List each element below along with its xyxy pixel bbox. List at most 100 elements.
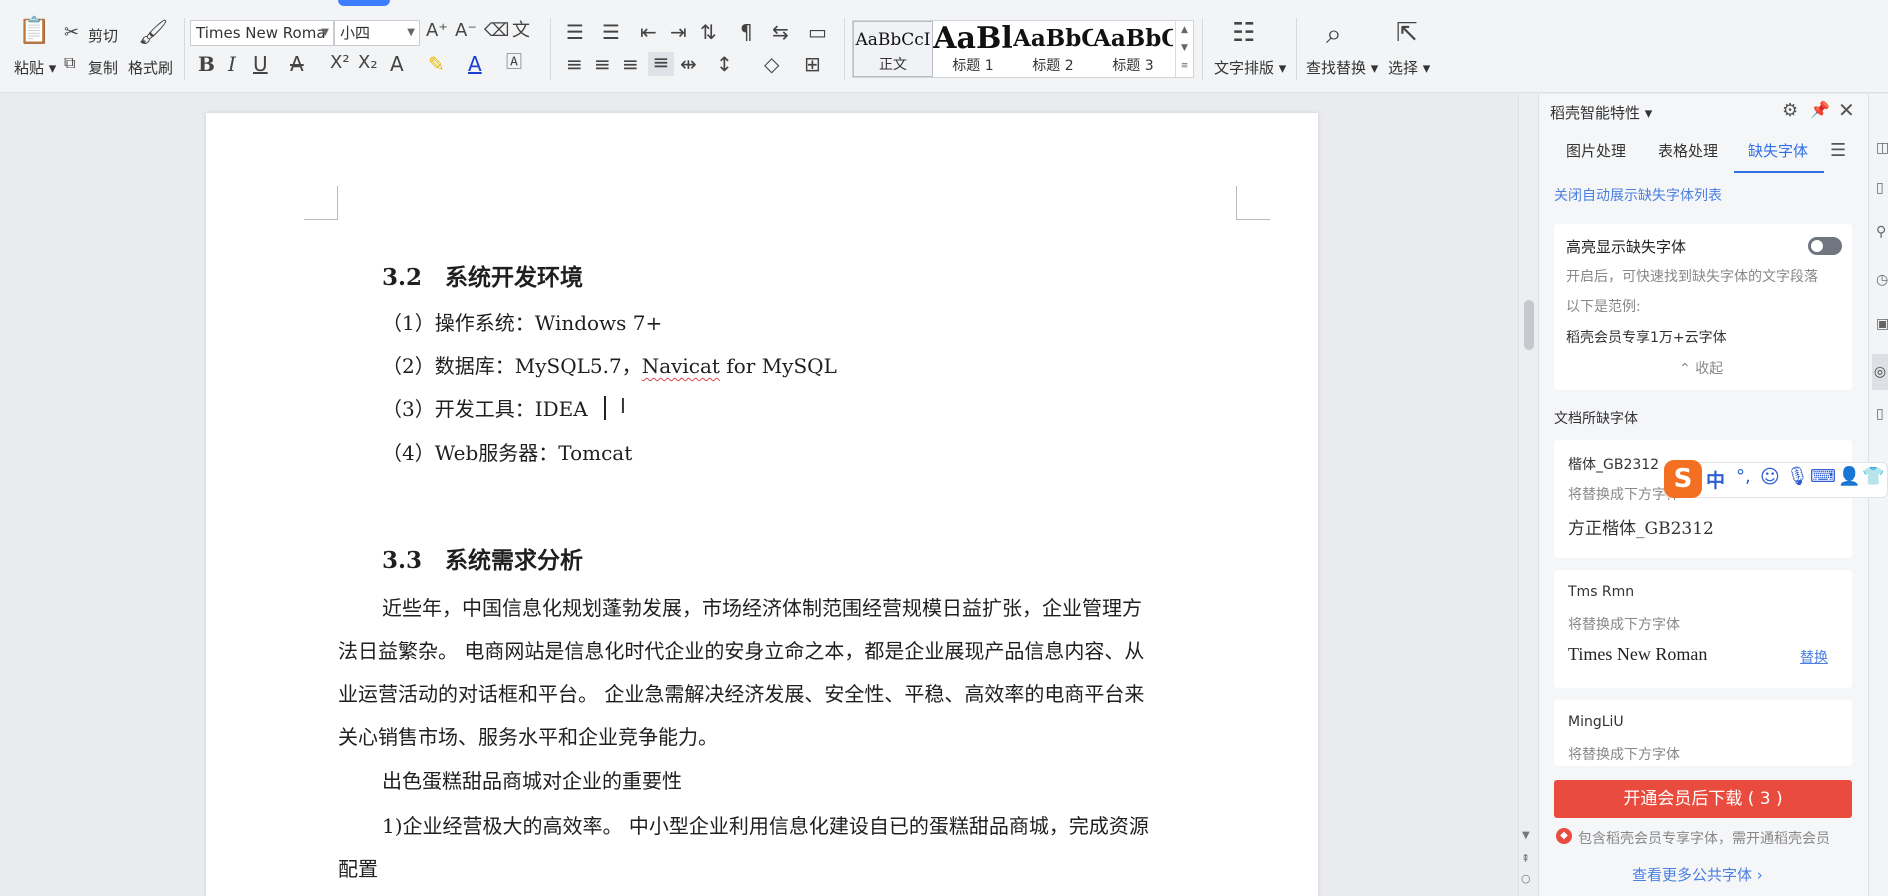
format-painter-icon[interactable]: 🖌 xyxy=(138,20,168,44)
ruler-icon[interactable]: ▭ xyxy=(808,22,827,42)
font-name-value: Times New Roma xyxy=(196,24,326,42)
distribute-icon[interactable]: ⇹ xyxy=(680,54,697,74)
microphone-icon[interactable]: 🎙 xyxy=(1786,466,1809,487)
align-right-icon[interactable]: ≡ xyxy=(622,54,639,74)
style-heading-2[interactable]: AaBbC 标题 2 xyxy=(1013,21,1093,77)
chevron-down-icon: ▼ xyxy=(407,27,415,38)
copy-icon[interactable]: ⧉ xyxy=(64,55,75,71)
gallery-scroll[interactable]: ▲ ▼ ≡ xyxy=(1175,21,1193,77)
grow-font-icon[interactable]: A⁺ xyxy=(426,22,448,40)
numbering-icon[interactable]: ☰ xyxy=(602,22,620,42)
shrink-font-icon[interactable]: A⁻ xyxy=(455,22,477,40)
subscript-icon[interactable]: X₂ xyxy=(358,54,378,72)
strikethrough-icon[interactable]: A xyxy=(290,54,304,74)
find-replace-button[interactable]: 查找替换 ▾ xyxy=(1306,57,1378,78)
more-public-fonts-link[interactable]: 查看更多公共字体 › xyxy=(1632,864,1763,885)
replace-button[interactable]: 替换 xyxy=(1800,647,1828,667)
text-effect-icon[interactable]: A xyxy=(390,54,404,74)
skin-icon[interactable]: 👕 xyxy=(1862,466,1884,487)
collapse-button[interactable]: ⌃ 收起 xyxy=(1679,358,1723,378)
style-heading-3[interactable]: AaBbC 标题 3 xyxy=(1093,21,1173,77)
gear-icon[interactable]: ⚙ xyxy=(1782,100,1798,121)
side-tool-icon[interactable]: ◫ xyxy=(1876,140,1888,156)
search-icon[interactable]: ⌕ xyxy=(1326,20,1342,48)
char-border-icon[interactable]: 🄰 xyxy=(506,54,522,70)
font-size-select[interactable]: 小四 ▼ xyxy=(334,20,420,46)
active-ribbon-tab[interactable] xyxy=(338,0,390,6)
scissors-icon[interactable]: ✂ xyxy=(64,24,79,42)
close-icon[interactable]: ✕ xyxy=(1838,98,1855,122)
side-tool-active-icon[interactable]: ◎ xyxy=(1872,354,1888,390)
pin-icon[interactable]: 📌 xyxy=(1810,100,1830,119)
style-heading-1[interactable]: AaBl 标题 1 xyxy=(933,21,1013,77)
ime-punctuation-toggle[interactable]: °, xyxy=(1736,466,1751,487)
text-layout-button[interactable]: 文字排版 ▾ xyxy=(1214,57,1286,78)
font-name-select[interactable]: Times New Roma ▼ xyxy=(190,20,334,46)
heading-3-3: 3.3 系统需求分析 xyxy=(382,547,584,574)
browse-object-icon[interactable]: ○ xyxy=(1521,872,1531,885)
select-button[interactable]: 选择 ▾ xyxy=(1388,57,1430,78)
env-item-2: （2）数据库：MySQL5.7，Navicat for MySQL xyxy=(382,350,837,379)
highlight-icon[interactable]: ✎ xyxy=(428,54,445,74)
paragraph-line: 1)企业经营极大的高效率。 中小型企业利用信息化建设自已的蛋糕甜品商城，完成资源 xyxy=(382,814,1149,838)
scroll-down-icon[interactable]: ▼ xyxy=(1522,830,1530,841)
decrease-indent-icon[interactable]: ⇤ xyxy=(640,22,657,42)
side-tool-icon[interactable]: ▯ xyxy=(1876,406,1884,422)
sort-icon[interactable]: ⇅ xyxy=(700,22,717,42)
scrollbar-thumb[interactable] xyxy=(1524,300,1534,350)
line-spacing-icon[interactable]: ↕ xyxy=(716,54,733,74)
shading-icon[interactable]: ◇ xyxy=(764,54,779,74)
tab-table-processing[interactable]: 表格处理 xyxy=(1658,140,1718,161)
bullets-icon[interactable]: ☰ xyxy=(566,22,584,42)
document-scrollbar[interactable] xyxy=(1518,94,1538,896)
phonetic-guide-icon[interactable]: 文 xyxy=(512,22,530,40)
document-page[interactable] xyxy=(206,113,1318,896)
ime-logo-icon[interactable]: S xyxy=(1664,460,1702,498)
cursor-icon[interactable]: ⇱ xyxy=(1396,20,1418,46)
font-color-icon[interactable]: A xyxy=(468,54,482,74)
paste-button[interactable]: 粘贴 ▾ xyxy=(14,57,56,78)
spellcheck-word[interactable]: Navicat xyxy=(642,354,720,378)
download-after-membership-button[interactable]: 开通会员后下载 ( 3 ) xyxy=(1554,780,1852,818)
borders-icon[interactable]: ⊞ xyxy=(804,54,821,74)
bold-icon[interactable]: B xyxy=(198,54,215,74)
style-normal[interactable]: AaBbCcI 正文 xyxy=(853,21,933,77)
superscript-icon[interactable]: X² xyxy=(330,54,350,72)
pane-title[interactable]: 稻壳智能特性 ▾ xyxy=(1550,102,1652,123)
copy-button[interactable]: 复制 xyxy=(88,57,118,78)
paste-icon[interactable]: 📋 xyxy=(18,18,50,44)
heading-3-2: 3.2 系统开发环境 xyxy=(382,264,584,291)
user-icon[interactable]: 👤 xyxy=(1838,466,1860,487)
side-tool-icon[interactable]: ▯ xyxy=(1876,180,1884,196)
close-auto-list-link[interactable]: 关闭自动展示缺失字体列表 xyxy=(1554,185,1722,205)
side-tool-icon[interactable]: ⚲ xyxy=(1876,224,1886,240)
emoji-icon[interactable]: ☺ xyxy=(1760,466,1780,488)
tab-image-processing[interactable]: 图片处理 xyxy=(1566,140,1626,161)
highlight-toggle[interactable] xyxy=(1808,237,1842,255)
clear-format-icon[interactable]: ⌫ xyxy=(484,22,509,40)
side-tool-icon[interactable]: ▣ xyxy=(1876,316,1888,332)
tab-missing-fonts[interactable]: 缺失字体 xyxy=(1748,140,1808,161)
text-direction-icon[interactable]: ⇆ xyxy=(772,22,789,42)
pane-title-label: 稻壳智能特性 xyxy=(1550,104,1641,122)
select-label: 选择 xyxy=(1388,59,1419,77)
justify-icon[interactable]: ≡ xyxy=(648,52,674,76)
show-marks-icon[interactable]: ¶ xyxy=(740,22,753,42)
style-caption: 标题 3 xyxy=(1112,58,1154,74)
italic-icon[interactable]: I xyxy=(228,54,236,74)
keyboard-icon[interactable]: ⌨ xyxy=(1810,466,1836,487)
underline-icon[interactable]: U xyxy=(253,54,268,74)
side-tool-icon[interactable]: ◷ xyxy=(1876,272,1888,288)
text-layout-label: 文字排版 xyxy=(1214,59,1275,77)
ime-mode-toggle[interactable]: 中 xyxy=(1706,466,1725,493)
paragraph-line: 出色蛋糕甜品商城对企业的重要性 xyxy=(382,769,682,793)
prev-page-icon[interactable]: ⇞ xyxy=(1521,852,1530,865)
menu-icon[interactable]: ☰ xyxy=(1830,140,1846,161)
format-painter-button[interactable]: 格式刷 xyxy=(128,57,173,78)
paragraph-line: 近些年，中国信息化规划蓬勃发展，市场经济体制范围经营规模日益扩张，企业管理方 xyxy=(382,596,1142,620)
align-left-icon[interactable]: ≡ xyxy=(566,54,583,74)
increase-indent-icon[interactable]: ⇥ xyxy=(670,22,687,42)
align-center-icon[interactable]: ≡ xyxy=(594,54,611,74)
cut-button[interactable]: 剪切 xyxy=(88,25,118,46)
text-layout-icon[interactable]: ☷ xyxy=(1232,20,1255,46)
